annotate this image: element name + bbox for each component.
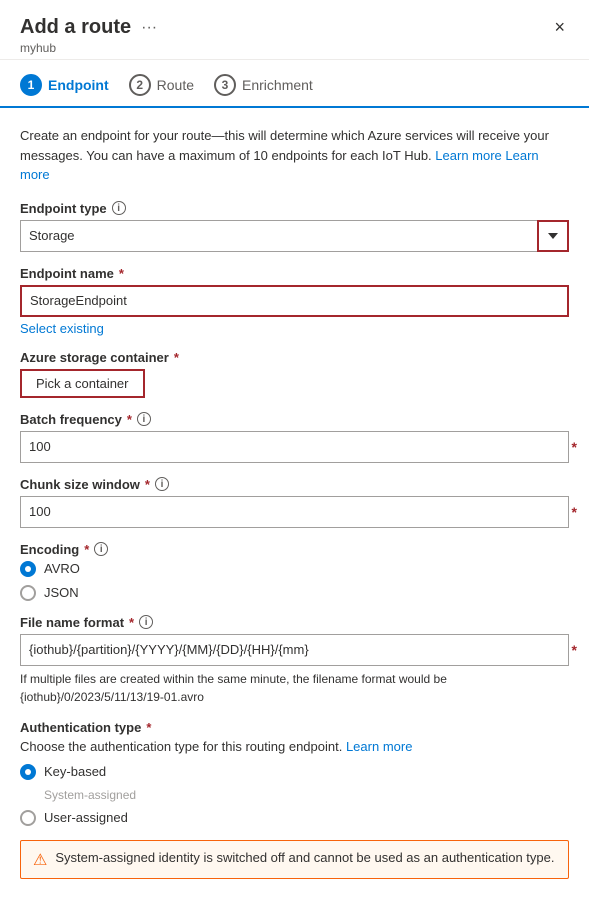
user-assigned-radio-circle[interactable]	[20, 810, 36, 826]
ellipsis-menu[interactable]: ···	[141, 19, 157, 37]
encoding-avro-option[interactable]: AVRO	[20, 561, 569, 577]
close-button[interactable]: ×	[550, 16, 569, 38]
endpoint-name-wrapper	[20, 285, 569, 317]
auth-key-based-option[interactable]: Key-based	[20, 764, 569, 780]
json-label: JSON	[44, 585, 79, 600]
key-based-label: Key-based	[44, 764, 106, 779]
description-text: Create an endpoint for your route—this w…	[20, 126, 569, 185]
endpoint-type-info-icon[interactable]: i	[112, 201, 126, 215]
step-2-label: Route	[157, 77, 194, 93]
encoding-json-option[interactable]: JSON	[20, 585, 569, 601]
file-name-format-wrapper: *	[20, 634, 569, 666]
avro-radio-circle[interactable]	[20, 561, 36, 577]
pick-container-button[interactable]: Pick a container	[20, 369, 145, 398]
chunk-size-wrapper: *	[20, 496, 569, 528]
chunk-required-star: *	[572, 504, 577, 520]
file-format-required-star: *	[572, 642, 577, 658]
file-name-hint: If multiple files are created within the…	[20, 670, 569, 706]
user-assigned-label: User-assigned	[44, 810, 128, 825]
chunk-size-label: Chunk size window * i	[20, 477, 569, 492]
endpoint-type-chevron[interactable]	[537, 220, 569, 252]
panel-subtitle: myhub	[20, 41, 157, 55]
title-group: Add a route ··· myhub	[20, 16, 157, 55]
file-name-format-label: File name format * i	[20, 615, 569, 630]
encoding-field: Encoding * i AVRO JSON	[20, 542, 569, 601]
title-text: Add a route	[20, 16, 131, 39]
avro-label: AVRO	[44, 561, 80, 576]
azure-storage-container-field: Azure storage container * Pick a contain…	[20, 350, 569, 398]
panel-title: Add a route ···	[20, 16, 157, 39]
endpoint-name-label: Endpoint name *	[20, 266, 569, 281]
step-2-circle: 2	[129, 74, 151, 96]
step-route[interactable]: 2 Route	[129, 74, 214, 96]
endpoint-name-input[interactable]	[20, 285, 569, 317]
content-area: Create an endpoint for your route—this w…	[0, 108, 589, 897]
chunk-size-input[interactable]	[20, 496, 569, 528]
batch-frequency-info-icon[interactable]: i	[137, 412, 151, 426]
azure-storage-required: *	[174, 350, 179, 365]
azure-storage-label: Azure storage container *	[20, 350, 569, 365]
steps-bar: 1 Endpoint 2 Route 3 Enrichment	[0, 60, 589, 108]
step-3-label: Enrichment	[242, 77, 313, 93]
endpoint-type-value: Storage	[20, 220, 537, 252]
encoding-radio-group: AVRO JSON	[20, 561, 569, 601]
warning-icon: ⚠	[33, 850, 47, 870]
file-name-format-input[interactable]	[20, 634, 569, 666]
endpoint-type-dropdown[interactable]: Storage	[20, 220, 569, 252]
chevron-down-icon	[548, 233, 558, 239]
endpoint-name-field: Endpoint name * Select existing	[20, 266, 569, 336]
step-1-circle: 1	[20, 74, 42, 96]
endpoint-type-field: Endpoint type i Storage	[20, 201, 569, 252]
encoding-info-icon[interactable]: i	[94, 542, 108, 556]
learn-more-link-1[interactable]: Learn more	[435, 148, 501, 163]
batch-frequency-input[interactable]	[20, 431, 569, 463]
warning-text: System-assigned identity is switched off…	[55, 849, 554, 867]
step-endpoint[interactable]: 1 Endpoint	[20, 74, 129, 96]
chunk-size-field: Chunk size window * i *	[20, 477, 569, 528]
select-existing-link[interactable]: Select existing	[20, 321, 104, 336]
authentication-type-field: Authentication type * Choose the authent…	[20, 720, 569, 826]
file-name-format-field: File name format * i * If multiple files…	[20, 615, 569, 706]
step-enrichment[interactable]: 3 Enrichment	[214, 74, 333, 96]
auth-radio-group: Key-based System-assigned User-assigned	[20, 764, 569, 826]
auth-user-assigned-option[interactable]: User-assigned	[20, 810, 569, 826]
endpoint-type-label: Endpoint type i	[20, 201, 569, 216]
encoding-label: Encoding * i	[20, 542, 569, 557]
add-route-panel: Add a route ··· myhub × 1 Endpoint 2 Rou…	[0, 0, 589, 897]
key-based-radio-circle[interactable]	[20, 764, 36, 780]
panel-header: Add a route ··· myhub ×	[0, 0, 589, 60]
batch-frequency-field: Batch frequency * i *	[20, 412, 569, 463]
batch-frequency-label: Batch frequency * i	[20, 412, 569, 427]
step-1-label: Endpoint	[48, 77, 109, 93]
auth-learn-more[interactable]: Learn more	[346, 739, 412, 754]
batch-frequency-wrapper: *	[20, 431, 569, 463]
auth-description: Choose the authentication type for this …	[20, 739, 569, 754]
json-radio-circle[interactable]	[20, 585, 36, 601]
system-assigned-label: System-assigned	[44, 788, 569, 802]
authentication-type-label: Authentication type *	[20, 720, 569, 735]
chunk-size-info-icon[interactable]: i	[155, 477, 169, 491]
warning-box: ⚠ System-assigned identity is switched o…	[20, 840, 569, 879]
file-name-info-icon[interactable]: i	[139, 615, 153, 629]
endpoint-name-required: *	[119, 266, 124, 281]
batch-required-star: *	[572, 439, 577, 455]
step-3-circle: 3	[214, 74, 236, 96]
